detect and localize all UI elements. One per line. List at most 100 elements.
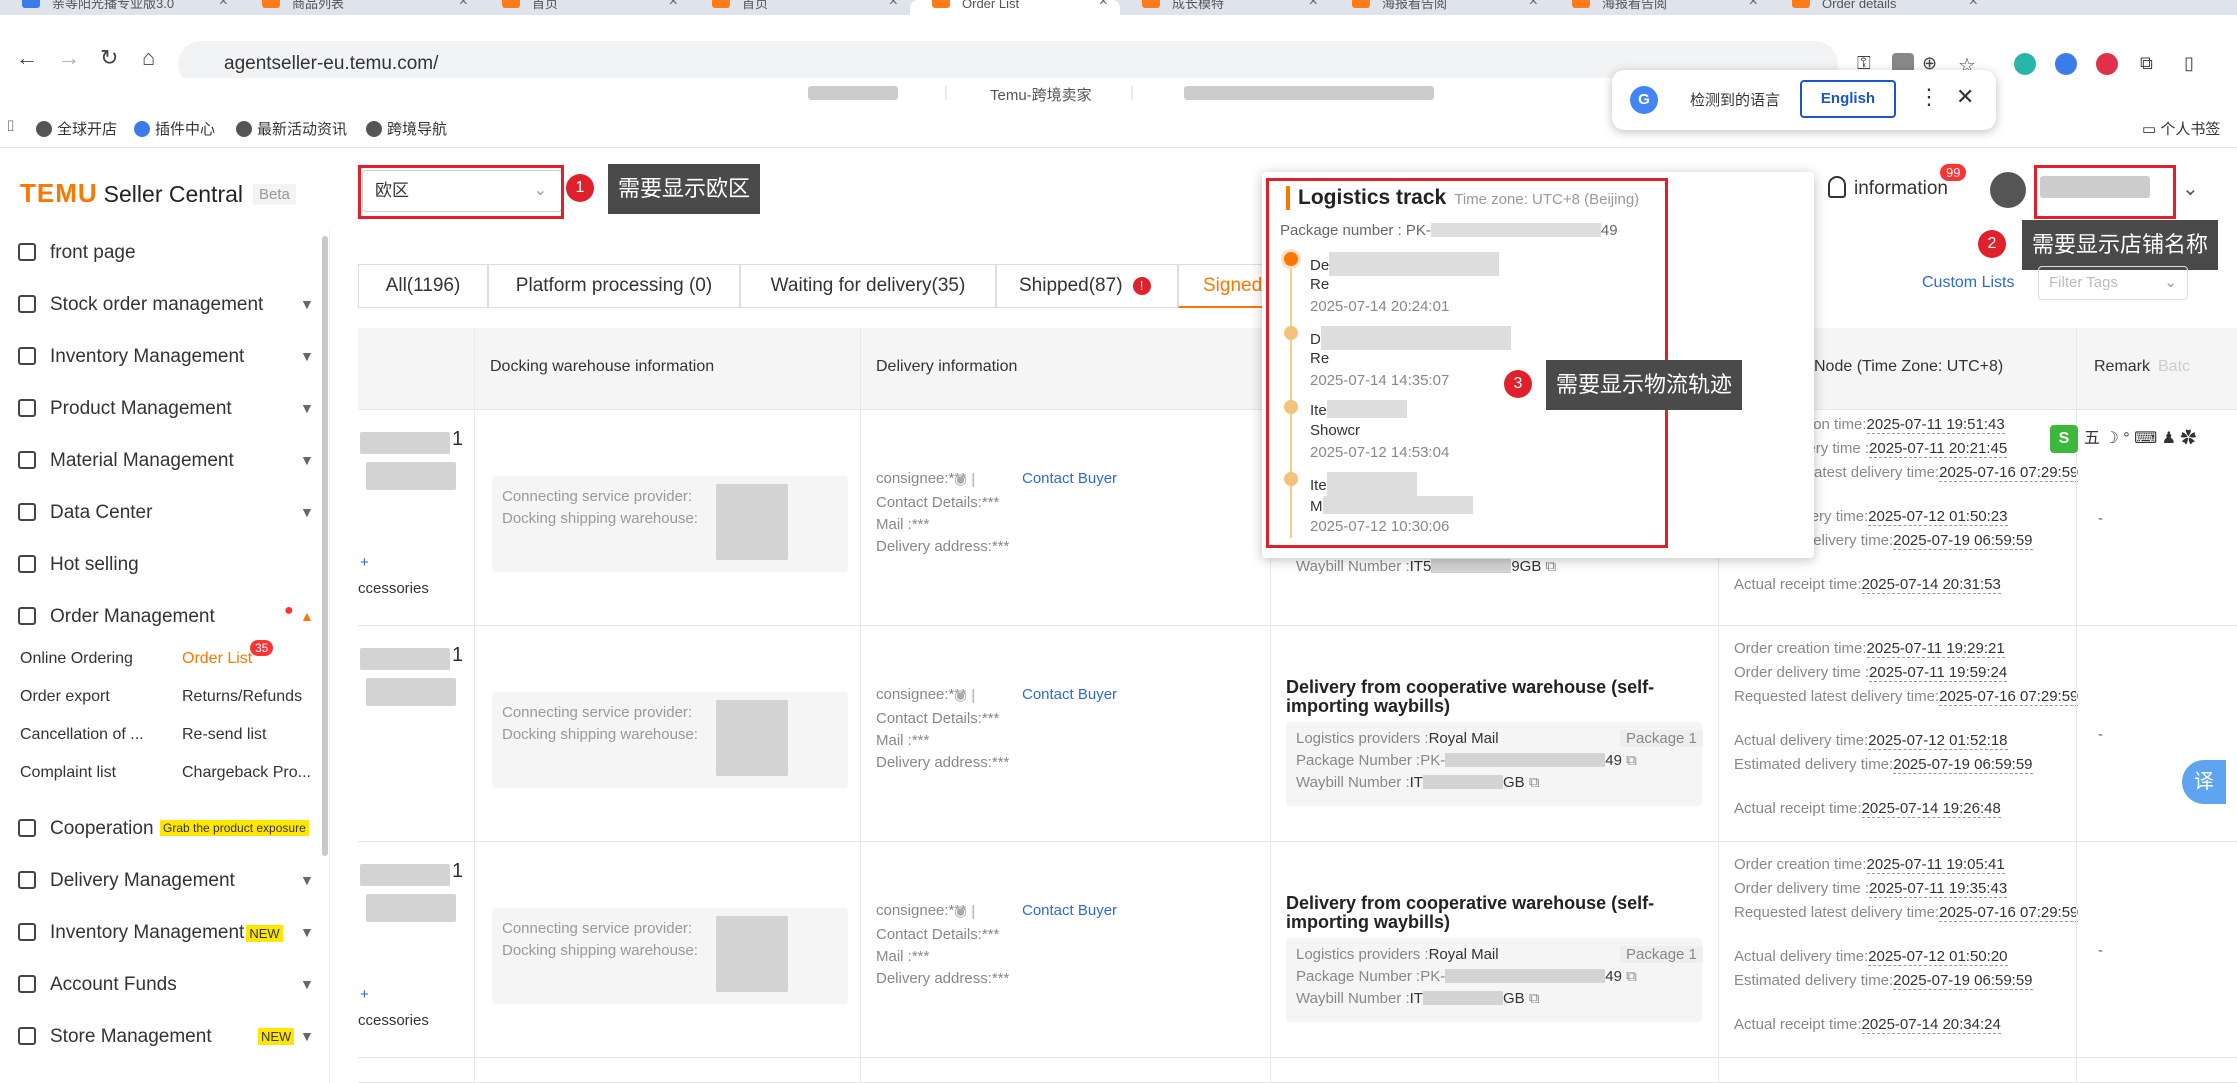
filter-tags-select[interactable]: Filter Tags ⌄: [2038, 266, 2188, 300]
extension-icon[interactable]: [2096, 53, 2118, 75]
bookmark-item[interactable]: 最新活动资讯: [236, 118, 347, 139]
waybill-prefix: IT5: [1409, 558, 1432, 575]
close-icon[interactable]: ×: [459, 0, 468, 10]
col-batch: Batc: [2158, 358, 2191, 375]
sidebar-item-material[interactable]: Material Management ▼: [18, 450, 314, 472]
sidebar-item-store[interactable]: Store Management NEW ▼: [18, 1026, 314, 1048]
close-icon[interactable]: ×: [889, 0, 898, 10]
back-icon[interactable]: ←: [16, 45, 38, 71]
redacted-text: [716, 484, 788, 560]
browser-tab[interactable]: 商品列表 ×: [240, 0, 480, 15]
sidebar-item-delivery[interactable]: Delivery Management ▼: [18, 870, 314, 892]
sidebar-item-order-management[interactable]: Order Management ● ▲: [18, 602, 314, 628]
contact-buyer-link[interactable]: Contact Buyer: [1022, 902, 1117, 919]
chevron-down-icon[interactable]: ⌄: [2182, 176, 2199, 201]
sidebar-item-inventory[interactable]: Inventory Management ▼: [18, 346, 314, 368]
close-icon[interactable]: ×: [1749, 0, 1758, 10]
copy-icon[interactable]: ⧉: [1546, 558, 1557, 575]
close-icon[interactable]: ×: [1309, 0, 1318, 10]
avatar[interactable]: [1990, 172, 2026, 208]
eye-icon[interactable]: ◉ |: [954, 686, 975, 704]
sub-returns[interactable]: Returns/Refunds: [182, 688, 302, 706]
eye-icon[interactable]: ◉ |: [954, 470, 975, 488]
extension-icon[interactable]: [2014, 53, 2036, 75]
bookmark-folder[interactable]: ▭ 个人书签: [2142, 118, 2220, 139]
more-options-icon[interactable]: ⋮: [1918, 84, 1940, 110]
tab-label: 商品列表: [292, 0, 345, 11]
sub-resend[interactable]: Re-send list: [182, 726, 266, 744]
sogou-icon: S: [2050, 425, 2078, 453]
tab-favicon-icon: [22, 0, 40, 8]
tab-platform-processing[interactable]: Platform processing (0): [488, 264, 740, 308]
browser-tab[interactable]: 海报看告阅 ×: [1550, 0, 1770, 15]
sidebar: front page Stock order management ▼ Inven…: [0, 230, 330, 1083]
sidebar-scrollbar[interactable]: [322, 236, 328, 856]
copy-icon[interactable]: ⧉: [1529, 990, 1540, 1007]
copy-icon[interactable]: ⧉: [1529, 774, 1540, 791]
sidebar-item-label: Delivery Management: [50, 870, 235, 891]
tab-waiting-delivery[interactable]: Waiting for delivery(35): [740, 264, 996, 308]
sub-complaint[interactable]: Complaint list: [20, 764, 116, 782]
tab-signed[interactable]: Signed: [1178, 264, 1268, 308]
reload-icon[interactable]: ↻: [100, 45, 118, 71]
expand-plus[interactable]: +: [360, 986, 369, 1003]
information-button[interactable]: information: [1828, 176, 1948, 200]
english-option[interactable]: English: [1800, 80, 1896, 118]
contact-buyer-link[interactable]: Contact Buyer: [1022, 686, 1117, 703]
browser-tab[interactable]: 首页 ×: [690, 0, 910, 15]
extension-icon[interactable]: [2055, 53, 2077, 75]
home-icon[interactable]: ⌂: [142, 45, 155, 71]
bookmark-item[interactable]: 跨境导航: [366, 118, 447, 139]
sub-online-ordering[interactable]: Online Ordering: [20, 650, 133, 668]
temu-logo[interactable]: TEMU Seller Central Beta: [20, 178, 296, 209]
sidebar-item-stock-order[interactable]: Stock order management ▼: [18, 294, 314, 316]
custom-lists-link[interactable]: Custom Lists: [1922, 274, 2014, 292]
close-icon[interactable]: ×: [219, 0, 228, 10]
node-time-value: 2025-07-11 19:05:41: [1866, 856, 2005, 874]
browser-tab[interactable]: 首页 ×: [480, 0, 690, 15]
browser-tab[interactable]: 成长模特 ×: [1120, 0, 1330, 15]
table-row: 1 + ccessories Connecting service provider:…: [358, 842, 2237, 1058]
browser-tab[interactable]: 海报看告阅 ×: [1330, 0, 1550, 15]
tab-shipped[interactable]: Shipped(87)!: [996, 264, 1178, 308]
sub-chargeback[interactable]: Chargeback Pro...: [182, 764, 311, 782]
browser-tab[interactable]: 亲等阳光播专业版3.0 ×: [0, 0, 240, 15]
close-icon[interactable]: ✕: [1956, 84, 1974, 110]
sidebar-item-front-page[interactable]: front page: [18, 242, 136, 264]
puzzle-icon[interactable]: ⧉: [2140, 53, 2162, 75]
bookmark-item[interactable]: 全球开店: [36, 118, 117, 139]
detected-language-option[interactable]: 检测到的语言: [1690, 89, 1780, 110]
sidebar-item-product[interactable]: Product Management ▼: [18, 398, 314, 420]
ime-toolbar[interactable]: S五 ☽ ° ⌨ ♟ ✿: [2050, 424, 2237, 454]
sub-cancellation[interactable]: Cancellation of ...: [20, 726, 144, 744]
sub-order-list[interactable]: Order List: [182, 650, 252, 668]
close-icon[interactable]: ×: [1969, 0, 1978, 10]
bookmark-icon[interactable]: ⌷: [6, 118, 15, 135]
sidebar-item-label: Inventory Management: [50, 922, 245, 943]
sidebar-item-data-center[interactable]: Data Center ▼: [18, 502, 314, 524]
column-divider: [860, 328, 861, 1083]
sidepanel-icon[interactable]: ▯: [2184, 53, 2206, 75]
close-icon[interactable]: ×: [1099, 0, 1108, 10]
expand-plus[interactable]: +: [360, 554, 369, 571]
sidebar-item-hot-selling[interactable]: Hot selling: [18, 554, 139, 576]
eye-icon[interactable]: ◉ |: [954, 902, 975, 920]
sub-order-export[interactable]: Order export: [20, 688, 110, 706]
sidebar-item-cooperation[interactable]: Cooperation Grab the product exposure: [18, 818, 309, 840]
sidebar-item-account-funds[interactable]: Account Funds ▼: [18, 974, 314, 996]
copy-icon[interactable]: ⧉: [1626, 968, 1637, 985]
bookmark-item[interactable]: 插件中心: [134, 118, 215, 139]
contact-buyer-link[interactable]: Contact Buyer: [1022, 470, 1117, 487]
sidebar-item-inventory-2[interactable]: Inventory Management NEW ▼: [18, 922, 314, 944]
close-icon[interactable]: ×: [669, 0, 678, 10]
forward-icon[interactable]: →: [58, 45, 80, 71]
notification-badge: 99: [1940, 164, 1967, 181]
browser-tab-active[interactable]: Order List ×: [910, 0, 1120, 15]
node-time-value: 2025-07-11 20:21:45: [1869, 440, 2008, 458]
beta-badge: Beta: [253, 184, 296, 205]
copy-icon[interactable]: ⧉: [1626, 752, 1637, 769]
browser-tab[interactable]: Order details ×: [1770, 0, 1990, 15]
close-icon[interactable]: ×: [1529, 0, 1538, 10]
translate-float-button[interactable]: 译: [2182, 760, 2226, 804]
tab-all[interactable]: All(1196): [358, 264, 488, 308]
